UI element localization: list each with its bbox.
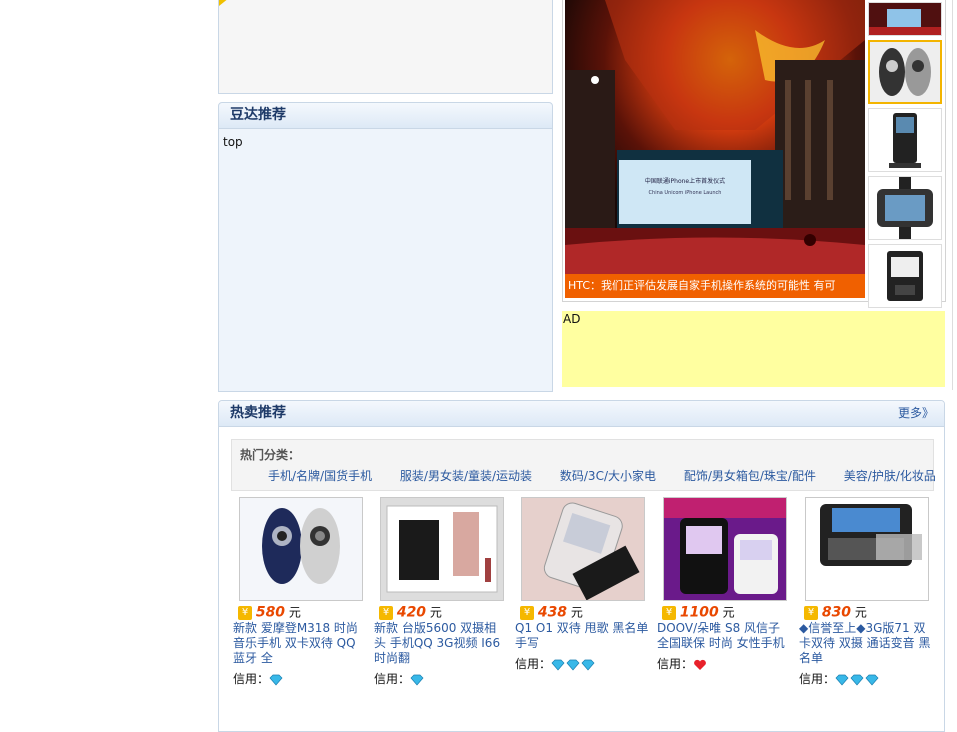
product-item: ¥ 420 元 新款 台版5600 双摄相头 手机QQ 3G视频 I66时尚翻 …: [374, 497, 510, 687]
product-title[interactable]: ◆信誉至上◆3G版71 双卡双待 双摄 通话变音 黑名单: [799, 621, 933, 666]
recommend-title: 豆达推荐: [219, 103, 552, 129]
top-empty-panel: [218, 0, 553, 94]
category-link-clothing[interactable]: 服装/男女装/童装/运动装: [400, 469, 532, 483]
product-item: ¥ 580 元 新款 爱摩登M318 时尚音乐手机 双卡双待 QQ蓝牙 全 信用…: [233, 497, 369, 687]
price-unit: 元: [722, 605, 735, 620]
category-link-phones[interactable]: 手机/名牌/国货手机: [268, 469, 372, 483]
screen-text-1: 中国联通iPhone上市首发仪式: [645, 177, 725, 185]
credit-label: 信用：: [515, 657, 552, 671]
thumbnail-2[interactable]: [868, 40, 942, 104]
yuan-icon: ¥: [238, 605, 252, 620]
price-unit: 元: [288, 605, 301, 620]
product-credit: 信用：: [233, 670, 369, 687]
price-unit: 元: [854, 605, 867, 620]
page-edge-line: [952, 0, 956, 390]
product-image[interactable]: [663, 497, 787, 601]
credit-label: 信用：: [374, 672, 411, 686]
phone-thumb: [869, 109, 941, 171]
diamond-icon: [835, 674, 849, 686]
price-value: 1100: [679, 604, 719, 621]
product-image[interactable]: [239, 497, 363, 601]
yuan-icon: ¥: [804, 605, 818, 620]
hot-sale-header: 热卖推荐 更多》: [219, 401, 944, 427]
price-value: 830: [821, 604, 852, 621]
diamond-icon: [581, 659, 595, 671]
price-value: 438: [537, 604, 568, 621]
categories-title: 热门分类：: [240, 448, 301, 462]
phone-box-image: [381, 498, 503, 600]
hot-sale-title: 热卖推荐: [230, 405, 286, 421]
more-link[interactable]: 更多》: [898, 401, 934, 426]
yuan-icon: ¥: [379, 605, 393, 620]
product-price: ¥ 1100 元: [662, 603, 793, 621]
yuan-icon: ¥: [662, 605, 676, 620]
screen-text-2: China Unicom iPhone Launch: [649, 190, 722, 196]
product-price: ¥ 830 元: [804, 603, 935, 621]
product-title[interactable]: 新款 爱摩登M318 时尚音乐手机 双卡双待 QQ蓝牙 全: [233, 621, 367, 666]
product-credit: 信用：: [799, 670, 935, 687]
thumbnail-3[interactable]: [868, 108, 942, 172]
slideshow-main-image[interactable]: 中国联通iPhone上市首发仪式 China Unicom iPhone Lau…: [565, 0, 865, 298]
stage-thumb: [869, 3, 941, 35]
diamond-icon: [551, 659, 565, 671]
product-credit: 信用：: [657, 655, 793, 672]
slider-phone-image: [522, 498, 644, 600]
yuan-icon: ¥: [520, 605, 534, 620]
product-image[interactable]: [521, 497, 645, 601]
recommend-body: top: [223, 135, 243, 149]
concert-photo: 中国联通iPhone上市首发仪式 China Unicom iPhone Lau…: [565, 0, 865, 298]
credit-label: 信用：: [233, 672, 270, 686]
product-image[interactable]: [805, 497, 929, 601]
product-item: ¥ 1100 元 DOOV/朵唯 S8 风信子全国联保 时尚 女性手机 信用：: [657, 497, 793, 672]
price-unit: 元: [570, 605, 583, 620]
price-value: 580: [255, 604, 286, 621]
category-link-beauty[interactable]: 美容/护肤/化妆品: [844, 469, 936, 483]
qwerty-phone-image: [806, 498, 928, 600]
ad-area[interactable]: AD: [562, 311, 945, 387]
diamond-icon: [410, 674, 424, 686]
mp3-thumb: [869, 245, 941, 307]
hot-sale-panel: 热卖推荐 更多》 热门分类： 手机/名牌/国货手机 服装/男女装/童装/运动装 …: [218, 400, 945, 732]
product-item: ¥ 830 元 ◆信誉至上◆3G版71 双卡双待 双摄 通话变音 黑名单 信用：: [799, 497, 935, 687]
product-credit: 信用：: [374, 670, 510, 687]
product-image[interactable]: [380, 497, 504, 601]
thumbnail-5[interactable]: [868, 244, 942, 308]
diamond-icon: [269, 674, 283, 686]
doov-phone-image: [664, 498, 786, 600]
product-title[interactable]: DOOV/朵唯 S8 风信子全国联保 时尚 女性手机: [657, 621, 791, 651]
product-credit: 信用：: [515, 655, 651, 672]
watch-phone-thumb: [869, 177, 941, 239]
credit-label: 信用：: [657, 657, 694, 671]
product-title[interactable]: Q1 O1 双待 甩歌 黑名单 手写: [515, 621, 649, 651]
product-price: ¥ 438 元: [520, 603, 651, 621]
hot-categories: 热门分类： 手机/名牌/国货手机 服装/男女装/童装/运动装 数码/3C/大小家…: [231, 439, 936, 491]
product-price: ¥ 420 元: [379, 603, 510, 621]
category-link-accessories[interactable]: 配饰/男女箱包/珠宝/配件: [684, 469, 816, 483]
diamond-icon: [850, 674, 864, 686]
diamond-icon: [865, 674, 879, 686]
product-title[interactable]: 新款 台版5600 双摄相头 手机QQ 3G视频 I66时尚翻: [374, 621, 508, 666]
corner-mark: [219, 0, 229, 6]
slideshow-thumbnails: [866, 0, 944, 312]
dual-phone-image: [240, 498, 362, 600]
price-value: 420: [396, 604, 427, 621]
category-link-digital[interactable]: 数码/3C/大小家电: [560, 469, 656, 483]
recommend-panel: 豆达推荐 top: [218, 102, 553, 392]
thumbnail-4[interactable]: [868, 176, 942, 240]
credit-label: 信用：: [799, 672, 836, 686]
product-price: ¥ 580 元: [238, 603, 369, 621]
diamond-icon: [566, 659, 580, 671]
slideshow: 中国联通iPhone上市首发仪式 China Unicom iPhone Lau…: [562, 0, 946, 308]
product-item: ¥ 438 元 Q1 O1 双待 甩歌 黑名单 手写 信用：: [515, 497, 651, 672]
slideshow-caption[interactable]: HTC：我们正评估发展自家手机操作系统的可能性 有可: [565, 274, 865, 298]
heart-icon: [694, 659, 706, 670]
price-unit: 元: [429, 605, 442, 620]
dual-phone-thumb: [870, 42, 940, 102]
thumbnail-1[interactable]: [868, 2, 942, 36]
categories-list: 手机/名牌/国货手机 服装/男女装/童装/运动装 数码/3C/大小家电 配饰/男…: [268, 467, 957, 484]
